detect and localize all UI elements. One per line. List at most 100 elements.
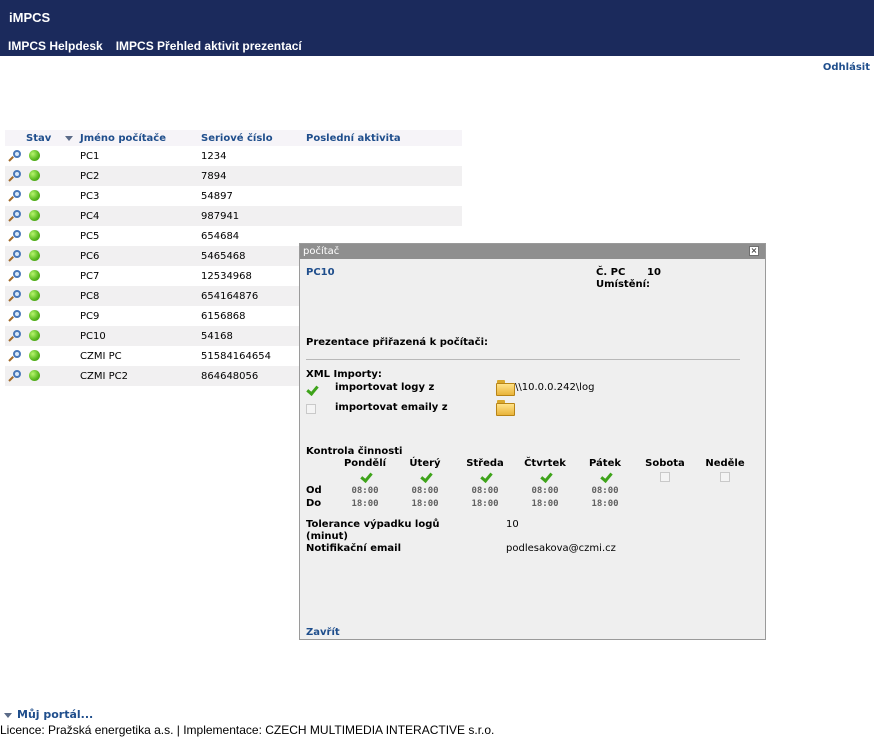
weekday-checkbox[interactable] [360,472,372,482]
table-row[interactable]: PC1 1234 [5,146,462,166]
status-ok-icon [29,350,40,362]
to-time[interactable]: 18:00 [455,499,515,509]
notification-email-label: Notifikační email [306,543,402,554]
row-icon-cell[interactable] [5,346,26,366]
tolerance-label: Tolerance výpadku logů (minut) [306,519,440,542]
status-ok-icon [29,170,40,182]
weekday-checkbox[interactable] [540,472,552,482]
presentations-label: Prezentace přiřazená k počítači: [306,337,489,348]
status-ok-icon [29,290,40,302]
table-row[interactable]: PC3 54897 [5,186,462,206]
computer-name-cell: PC5 [80,230,100,242]
dialog-title[interactable]: počítač [300,244,765,259]
row-icon-cell[interactable] [5,166,26,186]
magnifier-icon[interactable] [8,169,21,183]
chevron-down-icon[interactable] [4,712,12,718]
to-time[interactable]: 18:00 [335,499,395,509]
import-emails-checkbox[interactable] [306,404,316,414]
from-time[interactable]: 08:00 [575,486,635,496]
magnifier-icon[interactable] [8,249,21,263]
my-portal-toggle[interactable]: Můj portál... [4,708,93,721]
to-time[interactable]: 18:00 [515,499,575,509]
weekday-checkbox[interactable] [660,472,670,482]
from-time[interactable]: 08:00 [395,486,455,496]
computer-name-cell: PC4 [80,206,201,226]
sort-down-icon[interactable] [65,135,73,141]
status-ok-icon [29,210,40,222]
serial-cell: 864648056 [201,366,306,386]
status-cell [26,146,64,166]
column-header-status[interactable]: Stav [26,130,64,146]
magnifier-icon[interactable] [8,269,21,283]
folder-icon[interactable] [496,400,516,416]
nav-helpdesk[interactable]: IMPCS Helpdesk [8,39,103,53]
magnifier-icon[interactable] [8,189,21,203]
weekday-checkbox[interactable] [420,472,432,482]
serial-cell: 12534968 [201,270,252,282]
row-icon-cell[interactable] [5,206,26,226]
computer-name-cell: PC7 [80,270,100,282]
pc-number-label: Č. PC [596,267,626,278]
nav-presentation-activity[interactable]: IMPCS Přehled aktivit prezentací [116,39,302,53]
from-time[interactable]: 08:00 [455,486,515,496]
status-ok-icon [29,150,40,162]
serial-cell: 654164876 [201,286,306,306]
column-header-serial[interactable]: Seriové číslo [201,130,306,146]
footer-license: Licence: Pražská energetika a.s. | Imple… [0,723,495,737]
row-icon-cell[interactable] [5,246,26,266]
folder-icon[interactable] [496,380,516,396]
serial-cell: 51584164654 [201,350,271,362]
serial-cell: 654684 [201,230,240,242]
weekday-label: Úterý [409,458,441,469]
table-row[interactable]: PC4 987941 [5,206,462,226]
weekday-checkbox[interactable] [480,472,492,482]
magnifier-icon[interactable] [8,349,21,363]
from-time[interactable]: 08:00 [515,486,575,496]
table-row[interactable]: PC2 7894 [5,166,462,186]
serial-cell: 5465468 [201,246,306,266]
import-emails-label: importovat emaily z [335,402,448,413]
from-time[interactable]: 08:00 [335,486,395,496]
app-title: iMPCS [9,10,51,25]
weekday-checkbox[interactable] [720,472,730,482]
import-logs-path: \\10.0.0.242\log [515,382,595,393]
xml-imports-label: XML Importy: [306,369,382,380]
tolerance-value: 10 [506,519,519,530]
column-header-activity[interactable]: Poslední aktivita [306,130,462,146]
computer-name-cell: PC8 [80,286,201,306]
column-header-name[interactable]: Jméno počítače [80,130,201,146]
row-icon-cell[interactable] [5,266,26,286]
magnifier-icon[interactable] [8,149,21,163]
from-label: Od [306,485,322,496]
magnifier-icon[interactable] [8,309,21,323]
row-icon-cell[interactable] [5,226,26,246]
row-icon-cell[interactable] [5,286,26,306]
import-logs-checkbox[interactable] [306,385,318,395]
row-icon-cell[interactable] [5,186,26,206]
to-time[interactable]: 18:00 [575,499,635,509]
location-label: Umístění: [596,279,651,290]
to-label: Do [306,498,322,509]
row-icon-cell[interactable] [5,306,26,326]
magnifier-icon[interactable] [8,229,21,243]
magnifier-icon[interactable] [8,329,21,343]
sort-cell[interactable] [64,130,80,146]
close-dialog-link[interactable]: Zavřít [306,627,340,638]
row-icon-cell[interactable] [5,366,26,386]
magnifier-icon[interactable] [8,369,21,383]
row-icon-cell[interactable] [5,326,26,346]
row-icon-cell[interactable] [5,146,26,166]
weekday-checkbox[interactable] [600,472,612,482]
my-portal-label[interactable]: Můj portál... [17,708,93,721]
logout-link[interactable]: Odhlásit [823,62,870,73]
status-cell [26,286,64,306]
magnifier-icon[interactable] [8,209,21,223]
dialog-divider [306,359,740,360]
magnifier-icon[interactable] [8,289,21,303]
to-time[interactable]: 18:00 [395,499,455,509]
weekday-label: Neděle [705,458,745,469]
weekday-label: Středa [466,458,504,469]
status-cell [26,366,64,386]
status-cell [26,266,64,286]
dialog-close-icon[interactable]: × [749,246,759,256]
